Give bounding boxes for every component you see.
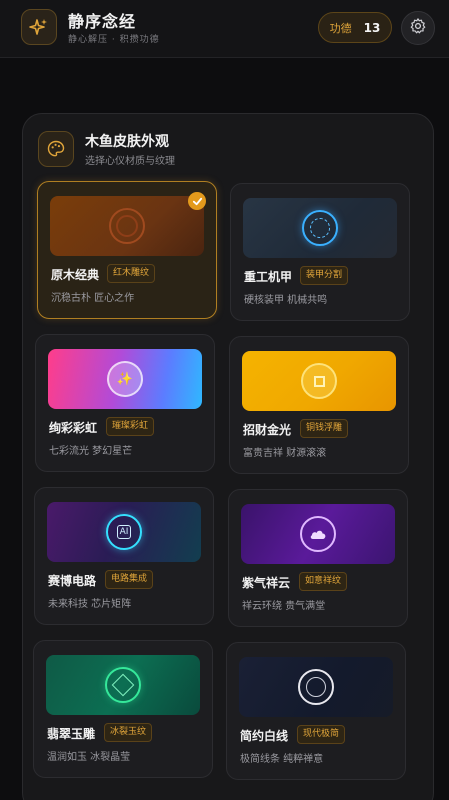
merit-value: 13 xyxy=(363,20,381,35)
merit-label: 功德 xyxy=(329,21,352,35)
section-title: 木鱼皮肤外观 xyxy=(85,134,169,150)
skin-name: 招财金光 xyxy=(243,423,292,437)
skin-name: 重工机甲 xyxy=(244,270,293,284)
rainbow-sparkle-icon: ✨ xyxy=(107,361,143,397)
skin-preview: ✨ xyxy=(48,349,202,409)
skin-desc: 祥云环绕 贵气满堂 xyxy=(242,601,326,612)
wood-ring-icon xyxy=(109,208,145,244)
skin-desc: 硬核装甲 机械共鸣 xyxy=(244,295,328,306)
skin-tag: 红木雕纹 xyxy=(107,264,156,283)
sparkle-icon xyxy=(21,9,57,45)
skin-card-gold[interactable]: 招财金光 铜钱浮雕 富贵吉祥 财源滚滚 xyxy=(229,336,409,474)
skin-card-minimal[interactable]: 简约白线 现代极简 极简线条 纯粹禅意 xyxy=(226,642,406,780)
skin-card-cyber[interactable]: AI 赛博电路 电路集成 未来科技 芯片矩阵 xyxy=(34,487,214,625)
skin-preview xyxy=(242,351,396,411)
skin-name: 翡翠玉雕 xyxy=(47,727,96,741)
check-icon xyxy=(188,192,206,210)
skin-preview xyxy=(50,196,204,256)
settings-button[interactable] xyxy=(401,11,435,45)
skin-card-purple[interactable]: 紫气祥云 如意祥纹 祥云环绕 贵气满堂 xyxy=(228,489,408,627)
mecha-ring-icon xyxy=(302,210,338,246)
merit-counter[interactable]: 功德 13 xyxy=(318,12,392,43)
gear-icon xyxy=(409,17,427,39)
skin-desc: 未来科技 芯片矩阵 xyxy=(48,599,132,610)
skin-card-rainbow[interactable]: ✨ 绚彩彩虹 璀璨彩虹 七彩流光 梦幻星芒 xyxy=(35,334,215,472)
jade-icon xyxy=(105,667,141,703)
skin-desc: 七彩流光 梦幻星芒 xyxy=(49,446,133,457)
app-title: 静序念经 xyxy=(68,12,137,31)
skin-name: 紫气祥云 xyxy=(242,576,291,590)
skin-name: 赛博电路 xyxy=(48,574,97,588)
coin-icon xyxy=(301,363,337,399)
chip-icon: AI xyxy=(106,514,142,550)
skin-name: 简约白线 xyxy=(240,729,289,743)
skin-preview xyxy=(239,657,393,717)
skin-tag: 如意祥纹 xyxy=(299,572,348,591)
skin-desc: 极简线条 纯粹禅意 xyxy=(240,754,324,765)
skin-card-wood[interactable]: 原木经典 红木雕纹 沉稳古朴 匠心之作 xyxy=(37,181,217,319)
skin-desc: 沉稳古朴 匠心之作 xyxy=(51,293,135,304)
cloud-icon xyxy=(300,516,336,552)
section-subtitle: 选择心仪材质与纹理 xyxy=(85,156,175,167)
palette-icon xyxy=(38,131,74,167)
skin-card-mecha[interactable]: 重工机甲 装甲分割 硬核装甲 机械共鸣 xyxy=(230,183,410,321)
skin-preview: AI xyxy=(47,502,201,562)
skin-tag: 冰裂玉纹 xyxy=(104,723,153,742)
app-subtitle: 静心解压 · 积攒功德 xyxy=(68,35,160,45)
skin-preview xyxy=(241,504,395,564)
skin-preview xyxy=(243,198,397,258)
skin-tag: 装甲分割 xyxy=(300,266,349,285)
app-header: 静序念经 静心解压 · 积攒功德 功德 13 xyxy=(0,0,449,58)
skin-preview xyxy=(46,655,200,715)
skin-name: 绚彩彩虹 xyxy=(49,421,98,435)
skin-desc: 富贵吉祥 财源滚滚 xyxy=(243,448,327,459)
skin-tag: 现代极简 xyxy=(297,725,346,744)
skin-tag: 璀璨彩虹 xyxy=(106,417,155,436)
skin-tag: 电路集成 xyxy=(105,570,154,589)
minimal-ring-icon xyxy=(298,669,334,705)
skin-card-jade[interactable]: 翡翠玉雕 冰裂玉纹 温润如玉 冰裂晶莹 xyxy=(33,640,213,778)
skin-name: 原木经典 xyxy=(51,268,100,282)
skin-tag: 铜钱浮雕 xyxy=(300,419,349,438)
skin-desc: 温润如玉 冰裂晶莹 xyxy=(47,752,131,763)
